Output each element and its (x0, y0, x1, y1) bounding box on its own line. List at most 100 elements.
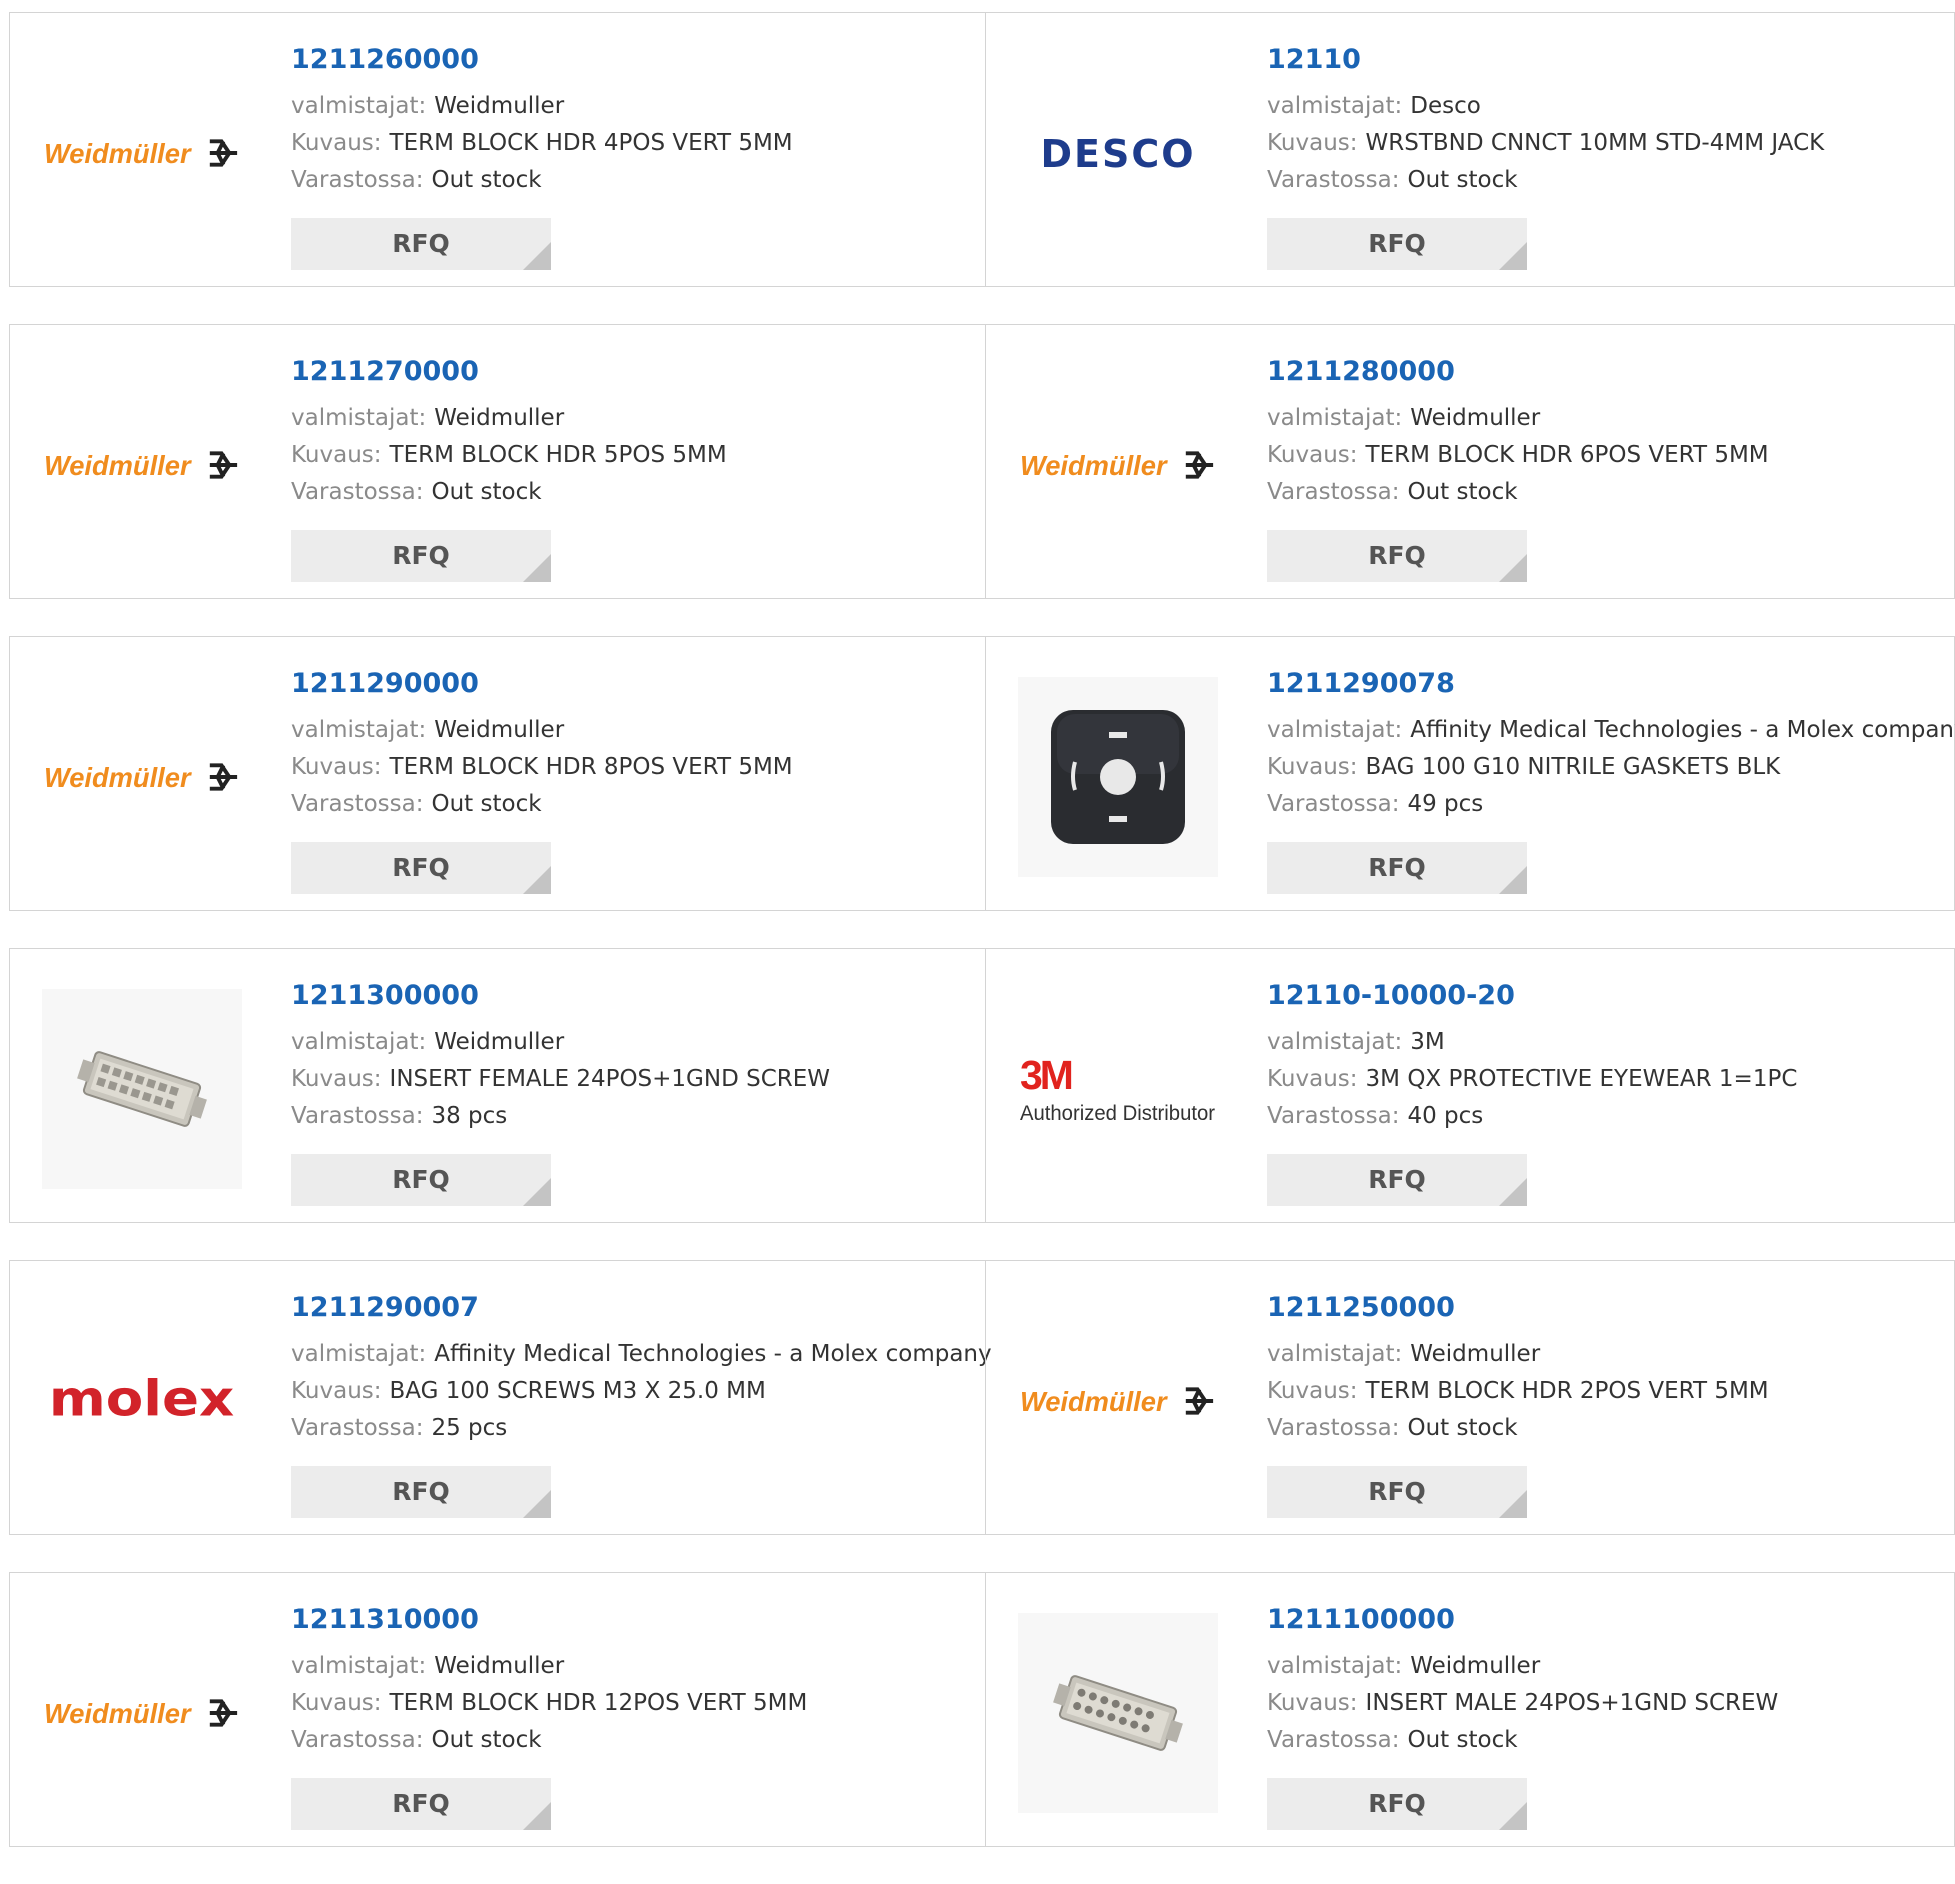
rfq-label: RFQ (1368, 1165, 1426, 1194)
manufacturer-label: valmistajat: (1267, 1029, 1403, 1055)
description-line: Kuvaus: INSERT MALE 24POS+1GND SCREW (1267, 1685, 1778, 1722)
stock-line: Varastossa: Out stock (291, 786, 793, 823)
stock-value: Out stock (1407, 479, 1518, 505)
description-label: Kuvaus: (291, 754, 382, 780)
stock-value: Out stock (1407, 1727, 1518, 1753)
part-number-link[interactable]: 1211300000 (291, 978, 830, 1014)
product-card: 1211300000 valmistajat: Weidmuller Kuvaus… (10, 949, 985, 1222)
product-card: Weidmüller 1211310000 valmistajat: Weidmu… (10, 1573, 985, 1846)
manufacturer-logo[interactable]: Weidmüller (42, 365, 242, 565)
description-label: Kuvaus: (1267, 1066, 1358, 1092)
stock-label: Varastossa: (1267, 1415, 1400, 1441)
rfq-label: RFQ (1368, 1477, 1426, 1506)
svg-text:3M: 3M (1020, 1052, 1072, 1098)
rfq-button[interactable]: RFQ (1267, 1778, 1527, 1830)
description-line: Kuvaus: WRSTBND CNNCT 10MM STD-4MM JACK (1267, 125, 1824, 162)
rfq-button[interactable]: RFQ (1267, 842, 1527, 894)
product-row: Weidmüller 1211310000 valmistajat: Weidmu… (9, 1572, 1955, 1847)
stock-line: Varastossa: Out stock (291, 1722, 807, 1759)
part-number-link[interactable]: 12110-10000-20 (1267, 978, 1797, 1014)
description-label: Kuvaus: (1267, 1378, 1358, 1404)
corner-triangle-icon (523, 554, 551, 582)
product-card: Weidmüller 1211290000 valmistajat: Weidmu… (10, 637, 985, 910)
part-number-link[interactable]: 1211290000 (291, 666, 793, 702)
description-label: Kuvaus: (1267, 1690, 1358, 1716)
manufacturer-logo[interactable]: 3M Authorized Distributor (1018, 989, 1218, 1189)
manufacturer-line: valmistajat: Weidmuller (1267, 1336, 1769, 1373)
stock-value: Out stock (431, 791, 542, 817)
corner-triangle-icon (523, 242, 551, 270)
rfq-button[interactable]: RFQ (1267, 1466, 1527, 1518)
manufacturer-logo[interactable]: DESCO (1018, 53, 1218, 253)
stock-label: Varastossa: (1267, 479, 1400, 505)
stock-value: Out stock (431, 479, 542, 505)
svg-text:Weidmüller: Weidmüller (44, 138, 192, 169)
svg-text:DESCO: DESCO (1040, 133, 1195, 173)
product-row: Weidmüller 1211270000 valmistajat: Weidmu… (9, 324, 1955, 599)
description-line: Kuvaus: TERM BLOCK HDR 2POS VERT 5MM (1267, 1373, 1769, 1410)
product-image[interactable] (1018, 1613, 1218, 1813)
stock-value: Out stock (431, 167, 542, 193)
product-info: 1211300000 valmistajat: Weidmuller Kuvaus… (291, 978, 830, 1206)
manufacturer-label: valmistajat: (291, 405, 427, 431)
rfq-button[interactable]: RFQ (1267, 530, 1527, 582)
molex-logo: molex (49, 1371, 234, 1428)
rfq-button[interactable]: RFQ (1267, 218, 1527, 270)
description-value: INSERT MALE 24POS+1GND SCREW (1365, 1690, 1779, 1716)
manufacturer-logo[interactable]: Weidmüller (1018, 1301, 1218, 1501)
part-number-link[interactable]: 1211250000 (1267, 1290, 1769, 1326)
manufacturer-logo[interactable]: Weidmüller (1018, 365, 1218, 565)
product-card: Weidmüller 1211280000 valmistajat: Weidmu… (985, 325, 1954, 598)
part-number-link[interactable]: 1211290078 (1267, 666, 1955, 702)
description-label: Kuvaus: (291, 1378, 382, 1404)
rfq-button[interactable]: RFQ (291, 530, 551, 582)
product-grid: Weidmüller 1211260000 valmistajat: Weidmu… (9, 12, 1955, 1884)
description-value: WRSTBND CNNCT 10MM STD-4MM JACK (1365, 130, 1825, 156)
product-info: 1211250000 valmistajat: Weidmuller Kuvaus… (1267, 1290, 1769, 1518)
product-card: DESCO 12110 valmistajat: Desco Kuvaus: WRS… (985, 13, 1954, 286)
rfq-button[interactable]: RFQ (291, 1778, 551, 1830)
manufacturer-value: Weidmuller (434, 717, 565, 743)
part-number-link[interactable]: 1211290007 (291, 1290, 992, 1326)
manufacturer-line: valmistajat: Affinity Medical Technologie… (1267, 712, 1955, 749)
manufacturer-value: Affinity Medical Technologies - a Molex … (1410, 717, 1955, 743)
corner-triangle-icon (1499, 554, 1527, 582)
part-number-link[interactable]: 12110 (1267, 42, 1824, 78)
stock-line: Varastossa: 40 pcs (1267, 1098, 1797, 1135)
manufacturer-logo[interactable]: Weidmüller (42, 677, 242, 877)
stock-line: Varastossa: Out stock (1267, 1410, 1769, 1447)
description-value: TERM BLOCK HDR 8POS VERT 5MM (389, 754, 793, 780)
description-label: Kuvaus: (291, 1066, 382, 1092)
rfq-label: RFQ (392, 1789, 450, 1818)
manufacturer-logo[interactable]: molex (42, 1301, 242, 1501)
rfq-label: RFQ (392, 853, 450, 882)
manufacturer-value: Weidmuller (1410, 405, 1541, 431)
manufacturer-line: valmistajat: Desco (1267, 88, 1824, 125)
product-image[interactable] (42, 989, 242, 1189)
product-info: 12110-10000-20 valmistajat: 3M Kuvaus: 3M … (1267, 978, 1797, 1206)
description-label: Kuvaus: (291, 1690, 382, 1716)
rfq-button[interactable]: RFQ (1267, 1154, 1527, 1206)
manufacturer-logo[interactable]: Weidmüller (42, 1613, 242, 1813)
description-value: TERM BLOCK HDR 12POS VERT 5MM (389, 1690, 808, 1716)
part-number-link[interactable]: 1211100000 (1267, 1602, 1778, 1638)
rfq-button[interactable]: RFQ (291, 842, 551, 894)
rfq-button[interactable]: RFQ (291, 1466, 551, 1518)
manufacturer-value: Weidmuller (434, 93, 565, 119)
description-value: INSERT FEMALE 24POS+1GND SCREW (389, 1066, 831, 1092)
product-image[interactable] (1018, 677, 1218, 877)
rfq-label: RFQ (1368, 541, 1426, 570)
rfq-button[interactable]: RFQ (291, 1154, 551, 1206)
stock-value: 25 pcs (431, 1415, 508, 1441)
manufacturer-logo[interactable]: Weidmüller (42, 53, 242, 253)
part-number-link[interactable]: 1211270000 (291, 354, 727, 390)
description-value: TERM BLOCK HDR 5POS 5MM (389, 442, 727, 468)
part-number-link[interactable]: 1211280000 (1267, 354, 1769, 390)
svg-text:Weidmüller: Weidmüller (44, 762, 192, 793)
connector-insert-photo (42, 989, 242, 1189)
corner-triangle-icon (1499, 242, 1527, 270)
part-number-link[interactable]: 1211310000 (291, 1602, 807, 1638)
product-card: 3M Authorized Distributor 12110-10000-20… (985, 949, 1954, 1222)
rfq-button[interactable]: RFQ (291, 218, 551, 270)
part-number-link[interactable]: 1211260000 (291, 42, 793, 78)
